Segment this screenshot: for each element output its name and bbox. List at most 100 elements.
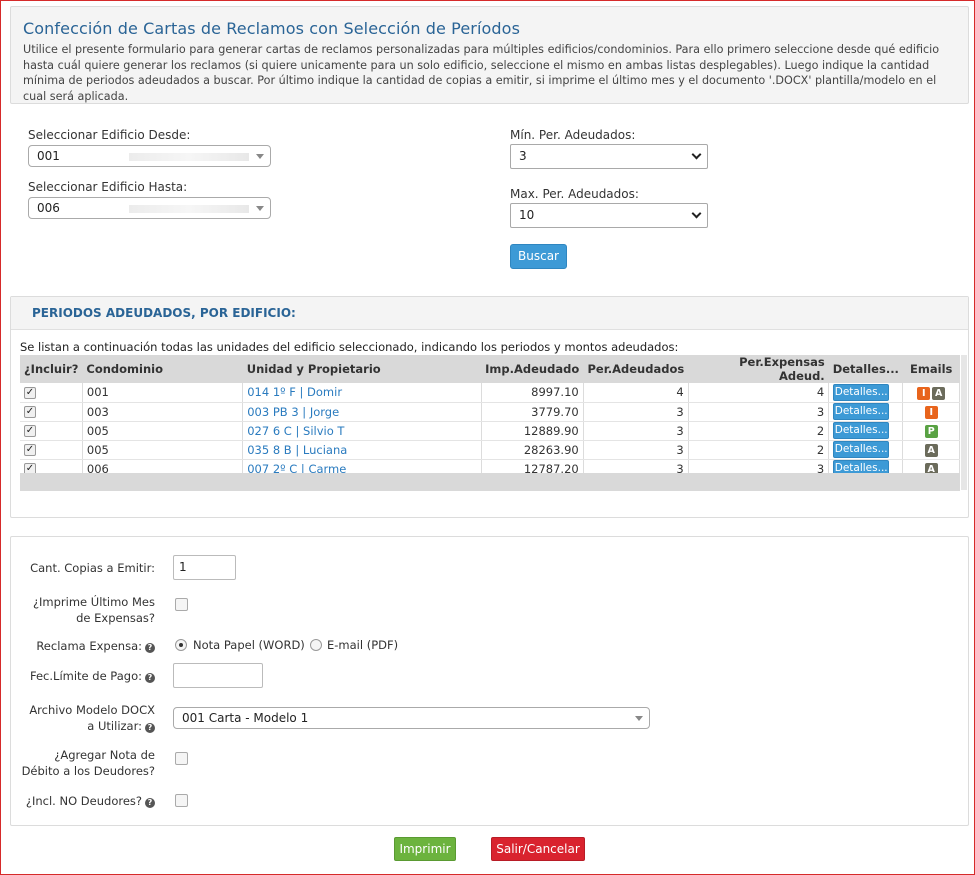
unidad-link[interactable]: 003 PB 3 | Jorge xyxy=(242,402,482,422)
help-icon[interactable]: ? xyxy=(145,673,155,683)
radio-word[interactable] xyxy=(175,639,187,651)
page-description: Utilice el presente formulario para gene… xyxy=(23,43,940,103)
per-adeudados-cell: 4 xyxy=(583,383,689,403)
no-deudores-label-text: ¿Incl. NO Deudores? xyxy=(25,794,142,808)
detalles-button[interactable]: Detalles... xyxy=(833,441,890,458)
chevron-down-icon xyxy=(691,208,702,219)
copias-label: Cant. Copias a Emitir: xyxy=(30,561,155,575)
edificio-desde-select[interactable]: 001 xyxy=(28,145,271,167)
table-row: ✓ 005 035 8 B | Luciana 28263.90 3 2 Detalles.… xyxy=(20,440,960,460)
nota-debito-label-line1: ¿Agregar Nota de xyxy=(54,748,155,762)
incluir-checkbox[interactable]: ✓ xyxy=(24,406,36,418)
incluir-cell: ✓ xyxy=(20,402,83,422)
detalles-button[interactable]: Detalles... xyxy=(833,403,890,420)
email-badge[interactable]: A xyxy=(932,386,946,400)
results-panel: PERIODOS ADEUDADOS, POR EDIFICIO: Se lis… xyxy=(10,296,969,518)
caret-down-icon xyxy=(256,206,264,211)
imprimir-button[interactable]: Imprimir xyxy=(394,837,456,861)
fec-limite-label-text: Fec.Límite de Pago: xyxy=(30,669,142,683)
detalles-cell: Detalles... xyxy=(828,440,904,460)
table-row: ✓ 003 003 PB 3 | Jorge 3779.70 3 3 Detalles...… xyxy=(20,402,960,422)
detalles-cell: Detalles... xyxy=(828,421,904,441)
help-icon[interactable]: ? xyxy=(145,723,155,733)
per-expensas-cell: 2 xyxy=(688,440,830,460)
redacted-name xyxy=(129,205,249,213)
detalles-button[interactable]: Detalles... xyxy=(833,383,890,401)
incluir-cell: ✓ xyxy=(20,383,83,403)
col-incluir[interactable]: ¿Incluir? xyxy=(20,355,83,383)
nota-debito-label-line2: Débito a los Deudores? xyxy=(21,764,155,778)
help-icon[interactable]: ? xyxy=(145,798,155,808)
buscar-button[interactable]: Buscar xyxy=(510,244,567,269)
min-per-label: Mín. Per. Adeudados: xyxy=(510,128,636,142)
incluir-checkbox[interactable]: ✓ xyxy=(24,425,36,437)
per-adeudados-cell: 3 xyxy=(583,440,689,460)
table-header-row: ¿Incluir? Condominio Unidad y Propietari… xyxy=(20,355,960,383)
unidad-link[interactable]: 014 1º F | Domir xyxy=(242,383,482,403)
condominio-cell: 001 xyxy=(82,383,244,403)
col-emails[interactable]: Emails xyxy=(902,355,960,383)
importe-cell: 12889.90 xyxy=(481,421,584,441)
importe-cell: 8997.10 xyxy=(481,383,584,403)
min-per-select[interactable]: 3 xyxy=(510,144,708,169)
table-row: ✓ 001 014 1º F | Domir 8997.10 4 4 Detalles...… xyxy=(20,383,960,403)
emails-cell: A xyxy=(902,440,960,460)
no-deudores-checkbox[interactable] xyxy=(175,794,188,807)
email-badge[interactable]: A xyxy=(924,444,938,457)
unidad-link[interactable]: 035 8 B | Luciana xyxy=(242,440,482,460)
help-icon[interactable]: ? xyxy=(145,643,155,653)
radio-email[interactable] xyxy=(310,639,322,651)
col-unidad[interactable]: Unidad y Propietario xyxy=(242,355,482,383)
radio-word-label[interactable]: Nota Papel (WORD) xyxy=(193,638,305,652)
incluir-checkbox[interactable]: ✓ xyxy=(24,444,36,456)
nota-debito-label: ¿Agregar Nota de Débito a los Deudores? xyxy=(20,747,155,779)
radio-email-label[interactable]: E-mail (PDF) xyxy=(327,638,398,652)
col-per-expensas[interactable]: Per.Expensas Adeud. xyxy=(688,355,829,383)
email-badge[interactable]: I xyxy=(924,406,938,419)
min-per-value: 3 xyxy=(519,149,527,163)
reclama-label: Reclama Expensa:? xyxy=(20,638,155,654)
archivo-modelo-select[interactable]: 001 Carta - Modelo 1 xyxy=(173,707,650,729)
archivo-modelo-value: 001 Carta - Modelo 1 xyxy=(182,711,309,725)
fec-limite-input[interactable] xyxy=(173,663,263,688)
page-title: Confección de Cartas de Reclamos con Sel… xyxy=(23,19,521,38)
ultimo-mes-checkbox[interactable] xyxy=(175,598,188,611)
per-adeudados-cell: 3 xyxy=(583,402,689,422)
ultimo-mes-label: ¿Imprime Último Mes de Expensas? xyxy=(20,594,155,626)
col-importe[interactable]: Imp.Adeudado xyxy=(481,355,584,383)
per-expensas-cell: 2 xyxy=(688,421,830,441)
edificio-hasta-value: 006 xyxy=(37,201,60,215)
emails-cell: P xyxy=(902,421,960,441)
incluir-cell: ✓ xyxy=(20,440,83,460)
no-deudores-label: ¿Incl. NO Deudores?? xyxy=(20,793,155,809)
caret-down-icon xyxy=(635,716,643,721)
email-badge[interactable]: I xyxy=(917,386,931,400)
ultimo-mes-label-line1: ¿Imprime Último Mes xyxy=(32,595,155,609)
importe-cell: 28263.90 xyxy=(481,440,584,460)
edificio-hasta-select[interactable]: 006 xyxy=(28,197,271,219)
incluir-checkbox[interactable]: ✓ xyxy=(24,386,36,399)
results-description: Se listan a continuación todas las unida… xyxy=(20,340,679,354)
max-per-value: 10 xyxy=(519,208,535,222)
detalles-cell: Detalles... xyxy=(828,383,904,403)
condominio-cell: 005 xyxy=(82,421,244,441)
col-condominio[interactable]: Condominio xyxy=(82,355,243,383)
col-per-adeudados[interactable]: Per.Adeudados xyxy=(583,355,689,383)
table-row: ✓ 005 027 6 C | Silvio T 12889.90 3 2 Detalles… xyxy=(20,421,960,441)
detalles-cell: Detalles... xyxy=(828,402,904,422)
copias-input[interactable]: 1 xyxy=(173,555,236,580)
col-detalles[interactable]: Detalles... xyxy=(828,355,903,383)
detalles-button[interactable]: Detalles... xyxy=(833,422,890,439)
unidad-link[interactable]: 027 6 C | Silvio T xyxy=(242,421,482,441)
email-badge[interactable]: P xyxy=(924,425,938,438)
results-table: ¿Incluir? Condominio Unidad y Propietari… xyxy=(20,355,960,479)
results-title: PERIODOS ADEUDADOS, POR EDIFICIO: xyxy=(32,306,296,320)
max-per-select[interactable]: 10 xyxy=(510,203,708,228)
nota-debito-checkbox[interactable] xyxy=(175,752,188,765)
hasta-label: Seleccionar Edificio Hasta: xyxy=(28,180,188,194)
cancelar-button[interactable]: Salir/Cancelar xyxy=(491,837,585,861)
condominio-cell: 003 xyxy=(82,402,244,422)
per-adeudados-cell: 3 xyxy=(583,421,689,441)
incluir-cell: ✓ xyxy=(20,421,83,441)
table-scrollbar[interactable] xyxy=(961,355,967,490)
